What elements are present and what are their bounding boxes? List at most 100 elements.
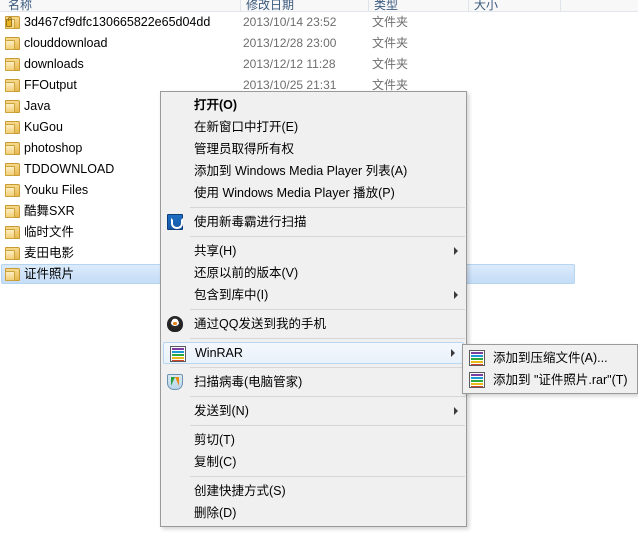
context-menu-item-label: 剪切(T) [194,433,235,447]
file-date-modified: 2013/12/12 11:28 [243,57,336,71]
folder-icon [5,226,20,239]
context-menu-item-label: 使用新毒霸进行扫描 [194,215,307,229]
submenu-item[interactable]: 添加到 "证件照片.rar"(T) [463,369,637,391]
file-name: 证件照片 [24,267,75,281]
winrar-icon [170,346,186,362]
folder-icon [5,58,20,71]
context-menu-item[interactable]: 剪切(T) [161,429,466,451]
context-menu-item-label: 创建快捷方式(S) [194,484,286,498]
antivirus-icon [167,214,183,230]
folder-icon [5,121,20,134]
table-row[interactable]: clouddownload 2013/12/28 23:00 文件夹 [0,33,638,54]
file-name: FFOutput [24,78,77,92]
folder-icon [5,37,20,50]
folder-icon [5,163,20,176]
context-menu-item[interactable]: 包含到库中(I) [161,284,466,306]
context-menu-item-label: 共享(H) [194,244,237,258]
context-menu-item[interactable]: 通过QQ发送到我的手机 [161,313,466,335]
context-menu-item-label: 扫描病毒(电脑管家) [194,375,303,389]
context-menu-item-label: 在新窗口中打开(E) [194,120,299,134]
file-name: 3d467cf9dfc130665822e65d04dd [24,15,211,29]
submenu-arrow-icon [451,349,455,357]
menu-separator [190,425,465,426]
context-menu-item[interactable]: 使用新毒霸进行扫描 [161,211,466,233]
folder-icon [5,142,20,155]
file-date-modified: 2013/12/28 23:00 [243,36,337,50]
submenu-arrow-icon [454,247,458,255]
context-menu-item-label: 包含到库中(I) [194,288,269,302]
submenu-item-label: 添加到 "证件照片.rar"(T) [493,373,628,387]
submenu-arrow-icon [454,407,458,415]
folder-icon [5,247,20,260]
file-name: clouddownload [24,36,108,50]
context-menu-item-label: 管理员取得所有权 [194,142,295,156]
context-menu-item[interactable]: 使用 Windows Media Player 播放(P) [161,182,466,204]
file-type: 文件夹 [372,57,409,71]
context-menu-item[interactable]: 共享(H) [161,240,466,262]
folder-icon [5,100,20,113]
submenu-item[interactable]: 添加到压缩文件(A)... [463,347,637,369]
file-name: downloads [24,57,84,71]
folder-locked-icon [5,16,20,29]
menu-separator [190,309,465,310]
column-header-row: 名称 修改日期 类型 大小 [0,0,638,12]
column-header-0[interactable]: 名称 [8,0,32,11]
folder-icon [5,268,20,281]
context-menu-item-label: 添加到 Windows Media Player 列表(A) [194,164,408,178]
context-menu-item[interactable]: 添加到 Windows Media Player 列表(A) [161,160,466,182]
context-menu-item-label: 通过QQ发送到我的手机 [194,317,326,331]
winrar-icon [469,372,485,388]
column-header-3[interactable]: 大小 [474,0,498,11]
folder-icon [5,184,20,197]
table-row[interactable]: downloads 2013/12/12 11:28 文件夹 [0,54,638,75]
column-header-1[interactable]: 修改日期 [246,0,294,11]
file-name: Youku Files [24,183,89,197]
winrar-icon [469,350,485,366]
menu-separator [190,476,465,477]
shield-icon [167,374,183,390]
menu-separator [190,207,465,208]
context-menu-item[interactable]: WinRAR [163,342,464,364]
column-divider[interactable] [368,0,369,11]
folder-icon [5,205,20,218]
column-header-2[interactable]: 类型 [374,0,398,11]
menu-separator [190,338,465,339]
context-menu-item[interactable]: 删除(D) [161,502,466,524]
winrar-submenu[interactable]: 添加到压缩文件(A)... 添加到 "证件照片.rar"(T) [462,344,638,394]
file-name: photoshop [24,141,83,155]
context-menu-item-label: WinRAR [195,346,243,360]
context-menu-item[interactable]: 发送到(N) [161,400,466,422]
context-menu-item[interactable]: 在新窗口中打开(E) [161,116,466,138]
column-divider[interactable] [560,0,561,11]
menu-separator [190,367,465,368]
context-menu[interactable]: 打开(O) 在新窗口中打开(E) 管理员取得所有权添加到 Windows Media… [160,91,467,527]
column-divider[interactable] [468,0,469,11]
column-divider[interactable] [240,0,241,11]
menu-separator [190,396,465,397]
submenu-item-label: 添加到压缩文件(A)... [493,351,608,365]
file-name: Java [24,99,51,113]
menu-separator [190,236,465,237]
folder-icon [5,79,20,92]
file-name: KuGou [24,120,63,134]
context-menu-item-label: 使用 Windows Media Player 播放(P) [194,186,395,200]
table-row[interactable]: 3d467cf9dfc130665822e65d04dd 2013/10/14 2… [0,12,638,33]
context-menu-item-label: 打开(O) [194,98,238,112]
file-type: 文件夹 [372,15,409,29]
context-menu-item-label: 发送到(N) [194,404,249,418]
context-menu-item[interactable]: 复制(C) [161,451,466,473]
file-date-modified: 2013/10/14 23:52 [243,15,337,29]
context-menu-item[interactable]: 扫描病毒(电脑管家) [161,371,466,393]
context-menu-item-label: 还原以前的版本(V) [194,266,299,280]
context-menu-item[interactable]: 打开(O) [161,94,466,116]
file-name: 临时文件 [24,225,75,239]
file-name: 酷舞SXR [24,204,75,218]
context-menu-item-label: 复制(C) [194,455,237,469]
file-type: 文件夹 [372,36,409,50]
context-menu-item[interactable]: 管理员取得所有权 [161,138,466,160]
qq-penguin-icon [167,316,183,332]
context-menu-item[interactable]: 还原以前的版本(V) [161,262,466,284]
file-name: 麦田电影 [24,246,75,260]
file-name: TDDOWNLOAD [24,162,115,176]
context-menu-item[interactable]: 创建快捷方式(S) [161,480,466,502]
